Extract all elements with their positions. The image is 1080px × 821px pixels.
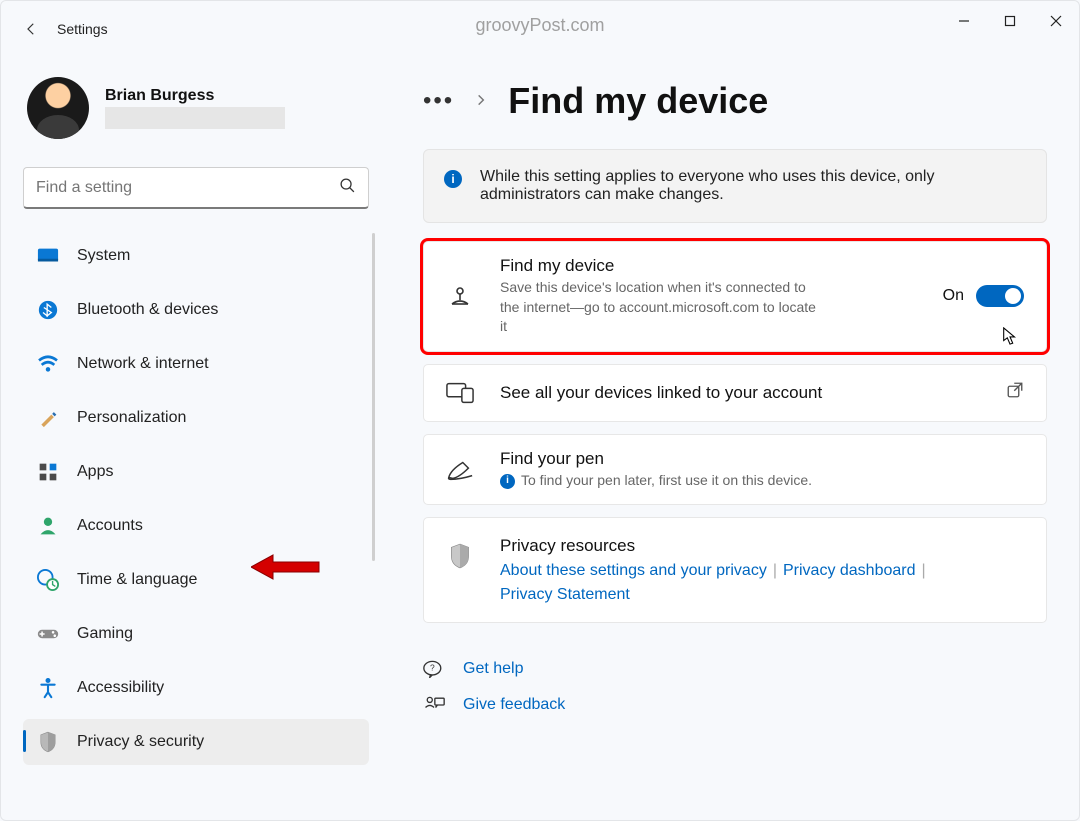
help-label: Get help xyxy=(463,660,523,678)
nav-label: Privacy & security xyxy=(77,733,204,751)
card-title: Find your pen xyxy=(500,449,1024,469)
search-box[interactable] xyxy=(23,167,369,209)
nav-label: Apps xyxy=(77,463,113,481)
sidebar-item-accessibility[interactable]: Accessibility xyxy=(23,665,369,711)
card-see-all-devices[interactable]: See all your devices linked to your acco… xyxy=(423,364,1047,422)
card-find-your-pen[interactable]: Find your pen i To find your pen later, f… xyxy=(423,434,1047,506)
nav-label: Gaming xyxy=(77,625,133,643)
nav-label: System xyxy=(77,247,130,265)
wifi-icon xyxy=(37,353,59,375)
card-privacy-resources: Privacy resources About these settings a… xyxy=(423,517,1047,623)
card-title: See all your devices linked to your acco… xyxy=(500,383,980,403)
sidebar-item-personalization[interactable]: Personalization xyxy=(23,395,369,441)
paintbrush-icon xyxy=(37,407,59,429)
nav-label: Accessibility xyxy=(77,679,164,697)
user-email-redacted xyxy=(105,107,285,129)
feedback-label: Give feedback xyxy=(463,696,565,714)
avatar xyxy=(27,77,89,139)
pen-icon xyxy=(446,456,474,484)
banner-text: While this setting applies to everyone w… xyxy=(480,168,1026,204)
back-button[interactable] xyxy=(13,11,49,47)
feedback-icon xyxy=(423,694,445,716)
search-input[interactable] xyxy=(36,179,339,197)
title-bar: Settings groovyPost.com xyxy=(1,1,1079,57)
nav-label: Time & language xyxy=(77,571,197,589)
card-title: Find my device xyxy=(500,256,917,276)
window-controls xyxy=(941,1,1079,41)
shield-icon xyxy=(446,542,474,570)
get-help-link[interactable]: ? Get help xyxy=(423,651,1047,687)
card-subtitle: Save this device's location when it's co… xyxy=(500,278,820,337)
sidebar-item-privacy-security[interactable]: Privacy & security xyxy=(23,719,369,765)
system-icon xyxy=(37,245,59,267)
sidebar-item-bluetooth[interactable]: Bluetooth & devices xyxy=(23,287,369,333)
gaming-icon xyxy=(37,623,59,645)
clock-globe-icon xyxy=(37,569,59,591)
maximize-button[interactable] xyxy=(987,1,1033,41)
link-privacy-dashboard[interactable]: Privacy dashboard xyxy=(783,562,916,579)
chevron-right-icon xyxy=(474,91,488,112)
shield-icon xyxy=(37,731,59,753)
cursor-icon xyxy=(1002,327,1018,345)
close-button[interactable] xyxy=(1033,1,1079,41)
minimize-button[interactable] xyxy=(941,1,987,41)
breadcrumb: ••• Find my device xyxy=(423,71,1047,131)
external-link-icon xyxy=(1006,381,1024,404)
app-title: Settings xyxy=(57,21,108,37)
toggle-state-label: On xyxy=(943,287,964,305)
info-icon: i xyxy=(444,170,462,188)
nav-label: Network & internet xyxy=(77,355,209,373)
breadcrumb-overflow-button[interactable]: ••• xyxy=(423,87,454,115)
sidebar-item-accounts[interactable]: Accounts xyxy=(23,503,369,549)
give-feedback-link[interactable]: Give feedback xyxy=(423,687,1047,723)
nav-label: Personalization xyxy=(77,409,186,427)
bluetooth-icon xyxy=(37,299,59,321)
devices-icon xyxy=(446,379,474,407)
nav-list: System Bluetooth & devices Network & int… xyxy=(23,233,369,765)
user-name: Brian Burgess xyxy=(105,87,285,105)
sidebar-item-apps[interactable]: Apps xyxy=(23,449,369,495)
link-about-privacy[interactable]: About these settings and your privacy xyxy=(500,562,767,579)
main-content: ••• Find my device i While this setting … xyxy=(391,57,1079,820)
location-pin-icon xyxy=(446,282,474,310)
card-find-my-device: Find my device Save this device's locati… xyxy=(423,241,1047,352)
sidebar-item-network[interactable]: Network & internet xyxy=(23,341,369,387)
help-links: ? Get help Give feedback xyxy=(423,651,1047,723)
link-privacy-statement[interactable]: Privacy Statement xyxy=(500,586,630,603)
sidebar-item-time-language[interactable]: Time & language xyxy=(23,557,369,603)
sidebar: Brian Burgess System Bluetooth & devices xyxy=(1,57,391,820)
find-my-device-toggle[interactable] xyxy=(976,285,1024,307)
user-profile[interactable]: Brian Burgess xyxy=(23,65,369,167)
card-subtitle: i To find your pen later, first use it on… xyxy=(500,471,1024,491)
scrollbar[interactable] xyxy=(372,233,375,561)
info-icon: i xyxy=(500,474,515,489)
search-icon xyxy=(339,177,356,199)
apps-icon xyxy=(37,461,59,483)
watermark-text: groovyPost.com xyxy=(475,15,604,36)
sidebar-item-gaming[interactable]: Gaming xyxy=(23,611,369,657)
info-banner: i While this setting applies to everyone… xyxy=(423,149,1047,223)
card-title: Privacy resources xyxy=(500,536,1024,556)
card-subtitle-text: To find your pen later, first use it on … xyxy=(521,472,812,488)
page-title: Find my device xyxy=(508,80,768,122)
accessibility-icon xyxy=(37,677,59,699)
sidebar-item-system[interactable]: System xyxy=(23,233,369,279)
nav-label: Accounts xyxy=(77,517,143,535)
svg-text:?: ? xyxy=(430,663,435,673)
help-icon: ? xyxy=(423,658,445,680)
person-icon xyxy=(37,515,59,537)
nav-label: Bluetooth & devices xyxy=(77,301,218,319)
